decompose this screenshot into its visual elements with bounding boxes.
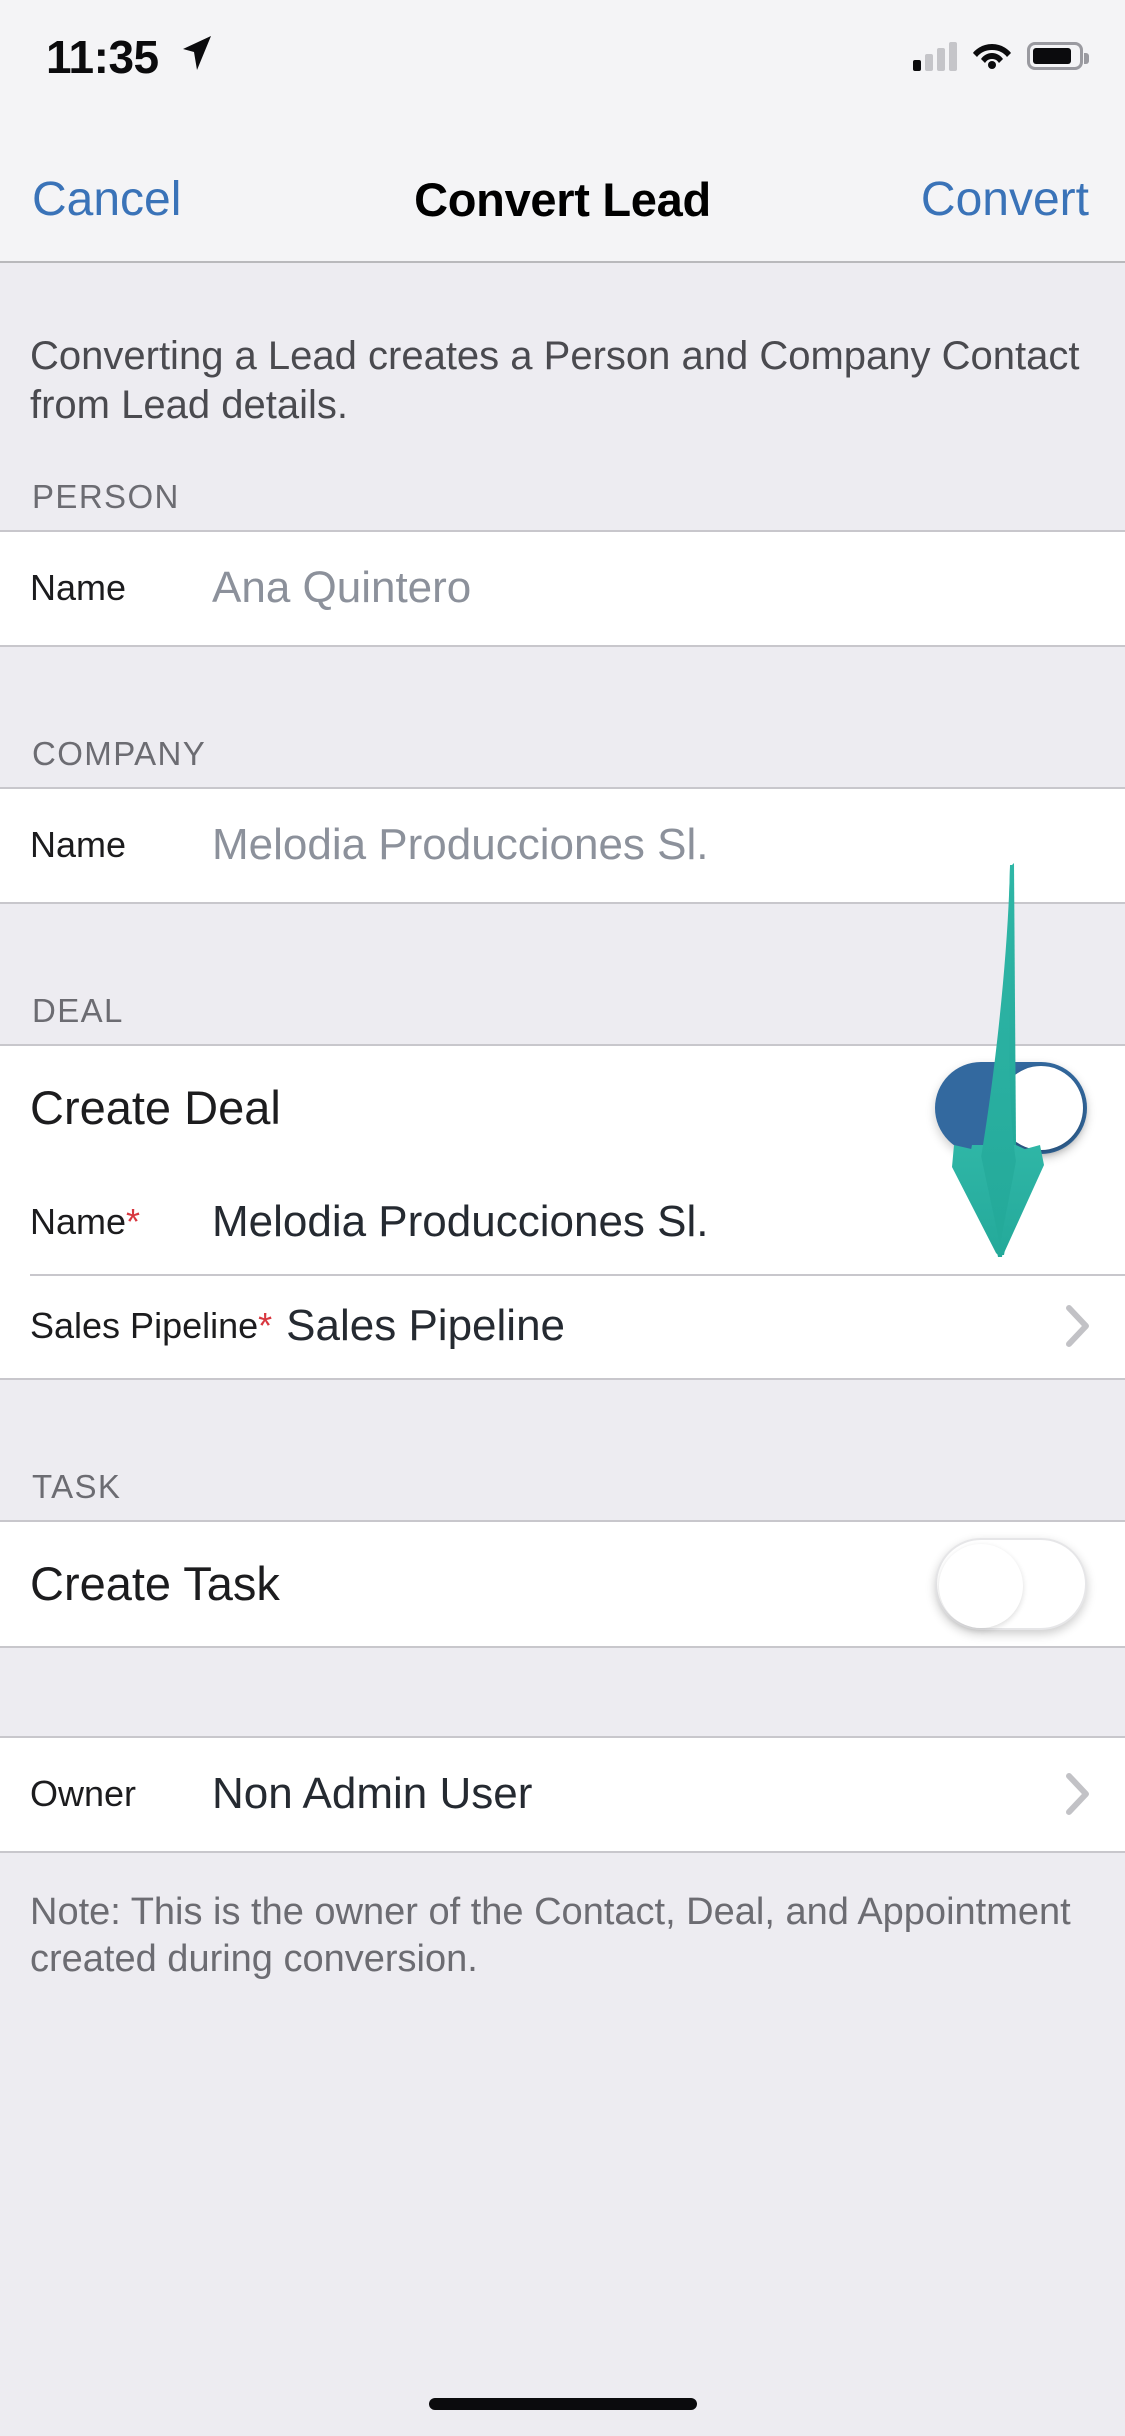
intro-description: Converting a Lead creates a Person and C… bbox=[30, 334, 1080, 427]
form-scroll-area[interactable]: Converting a Lead creates a Person and C… bbox=[0, 265, 1125, 2436]
person-name-label: Name bbox=[30, 567, 127, 609]
person-group: Name Ana Quintero bbox=[0, 529, 1125, 647]
battery-icon bbox=[1027, 42, 1089, 70]
create-deal-row[interactable]: Create Deal bbox=[0, 1045, 1125, 1170]
phone-screen: 11:35 Cancel Convert Lead Convert Conver… bbox=[0, 0, 1125, 2436]
section-header-deal: DEAL bbox=[32, 991, 124, 1029]
create-task-row[interactable]: Create Task bbox=[0, 1521, 1125, 1646]
toggle-knob bbox=[939, 1543, 1023, 1628]
owner-value[interactable]: Non Admin User bbox=[212, 1769, 532, 1819]
owner-note: Note: This is the owner of the Contact, … bbox=[0, 1852, 1125, 1983]
company-group: Name Melodia Producciones Sl. bbox=[0, 786, 1125, 904]
status-time: 11:35 bbox=[46, 31, 159, 83]
section-header-task: TASK bbox=[32, 1467, 122, 1505]
create-deal-toggle[interactable] bbox=[935, 1061, 1087, 1154]
deal-name-label: Name* bbox=[30, 1200, 141, 1242]
navigation-bar: Cancel Convert Lead Convert bbox=[0, 132, 1125, 263]
status-bar: 11:35 bbox=[0, 0, 1125, 132]
task-group: Create Task bbox=[0, 1519, 1125, 1648]
wifi-icon bbox=[971, 39, 1013, 74]
create-deal-label: Create Deal bbox=[30, 1081, 281, 1135]
company-name-value[interactable]: Melodia Producciones Sl. bbox=[212, 820, 708, 870]
deal-pipeline-row[interactable]: Sales Pipeline* Sales Pipeline bbox=[0, 1273, 1125, 1378]
required-asterisk: * bbox=[126, 1200, 141, 1242]
convert-button[interactable]: Convert bbox=[921, 172, 1089, 227]
owner-group: Owner Non Admin User bbox=[0, 1735, 1125, 1853]
cellular-signal-icon bbox=[913, 41, 957, 71]
section-gap bbox=[0, 1647, 1125, 1736]
deal-group: Create Deal Name* Melodia Producciones S… bbox=[0, 1043, 1125, 1380]
company-name-label: Name bbox=[30, 824, 127, 866]
location-arrow-icon bbox=[178, 33, 214, 73]
deal-name-row[interactable]: Name* Melodia Producciones Sl. bbox=[0, 1169, 1125, 1274]
toggle-knob bbox=[999, 1065, 1083, 1150]
company-name-row[interactable]: Name Melodia Producciones Sl. bbox=[0, 788, 1125, 902]
create-task-label: Create Task bbox=[30, 1557, 280, 1611]
owner-label: Owner bbox=[30, 1773, 137, 1815]
create-task-toggle[interactable] bbox=[935, 1537, 1087, 1630]
section-header-company: COMPANY bbox=[32, 734, 207, 772]
owner-row[interactable]: Owner Non Admin User bbox=[0, 1737, 1125, 1851]
required-asterisk: * bbox=[258, 1304, 273, 1346]
home-indicator bbox=[428, 2398, 697, 2410]
person-name-value[interactable]: Ana Quintero bbox=[212, 563, 471, 613]
deal-name-value[interactable]: Melodia Producciones Sl. bbox=[212, 1197, 708, 1247]
person-name-row[interactable]: Name Ana Quintero bbox=[0, 531, 1125, 645]
chevron-right-icon bbox=[1065, 1772, 1091, 1816]
chevron-right-icon bbox=[1065, 1304, 1091, 1348]
status-indicators bbox=[913, 36, 1089, 76]
deal-pipeline-label: Sales Pipeline* bbox=[30, 1304, 273, 1346]
deal-pipeline-value[interactable]: Sales Pipeline bbox=[286, 1301, 565, 1351]
section-header-person: PERSON bbox=[32, 477, 180, 515]
